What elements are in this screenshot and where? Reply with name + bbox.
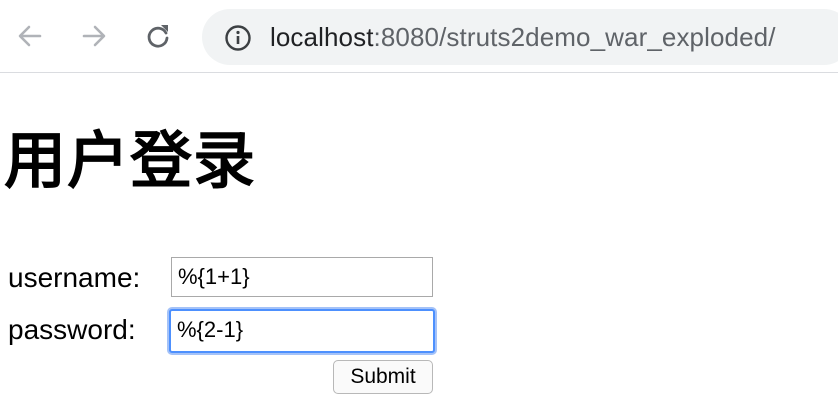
browser-toolbar: localhost:8080/struts2demo_war_exploded/ xyxy=(0,0,838,73)
password-label: password: xyxy=(8,314,136,345)
forward-arrow-icon xyxy=(82,25,106,47)
submit-button[interactable]: Submit xyxy=(333,360,433,394)
username-field[interactable]: %{1+1} xyxy=(171,257,433,297)
back-button[interactable] xyxy=(12,14,48,58)
address-bar[interactable]: localhost:8080/struts2demo_war_exploded/ xyxy=(202,9,838,65)
forward-button[interactable] xyxy=(76,14,112,58)
username-label: username: xyxy=(8,262,141,293)
url-host: localhost xyxy=(270,22,374,52)
back-arrow-icon xyxy=(18,25,42,47)
reload-icon xyxy=(147,25,169,48)
page-title: 用户登录 xyxy=(4,124,257,197)
url-text[interactable]: localhost:8080/struts2demo_war_exploded/ xyxy=(270,22,776,52)
info-icon[interactable] xyxy=(224,24,252,52)
password-field[interactable]: %{2-1} xyxy=(169,309,435,353)
reload-button[interactable] xyxy=(140,14,176,58)
url-path: :8080/struts2demo_war_exploded/ xyxy=(373,22,776,52)
